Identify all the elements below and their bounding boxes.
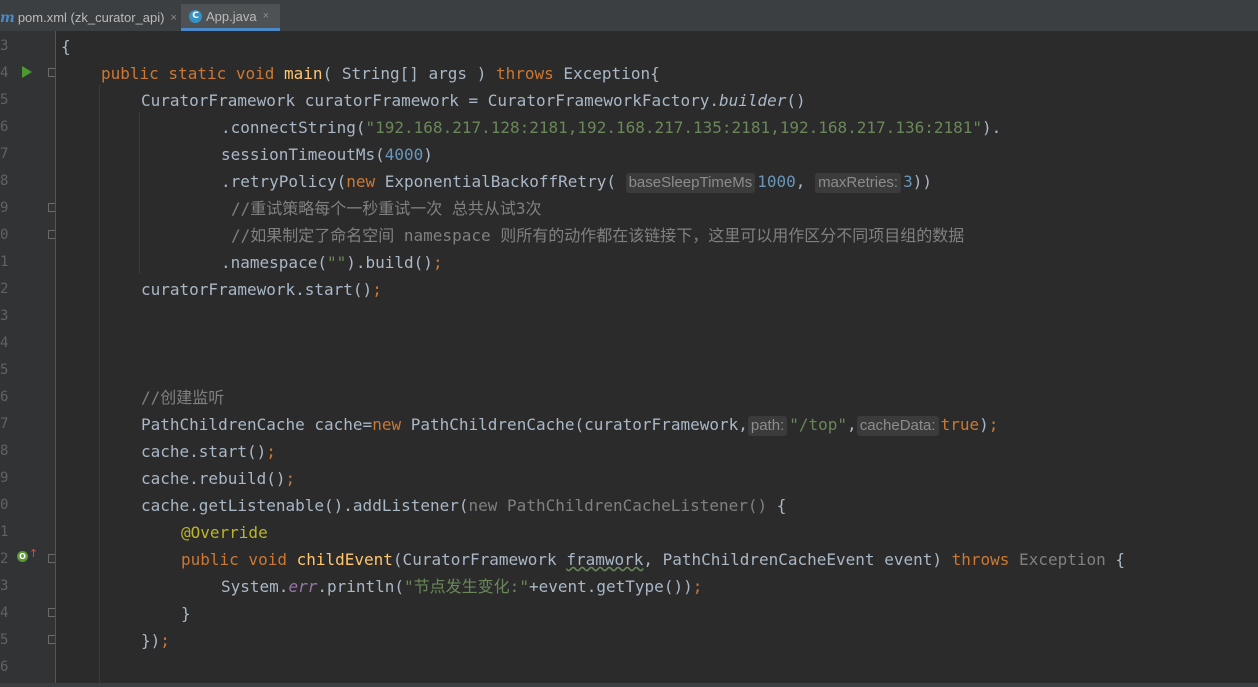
parameter-hint: maxRetries: [815,173,902,193]
line-number: 4 [0,335,9,351]
code-line: curatorFramework.start(); [141,280,382,299]
line-number: 5 [0,362,9,378]
line-number: 3 [0,308,9,324]
run-main-icon[interactable] [22,66,32,78]
indent-guide [99,85,100,687]
override-method-icon[interactable]: O [17,551,28,562]
line-number: 4 [0,605,9,621]
line-number: 5 [0,632,9,648]
code-editor[interactable]: { public static void main( String[] args… [56,31,1258,687]
line-number: 8 [0,173,9,189]
line-number: 1 [0,254,9,270]
parameter-hint: path: [747,416,788,436]
code-line: System.err.println("节点发生变化:"+event.getTy… [221,577,703,596]
code-line: .namespace("").build(); [221,253,443,272]
line-number: 8 [0,443,9,459]
tab-label: pom.xml (zk_curator_api) [17,10,165,25]
implements-arrow-icon[interactable]: ↑ [29,547,38,560]
tab-app-java[interactable]: C App.java × [181,4,280,31]
editor-tab-bar: m pom.xml (zk_curator_api) × C App.java … [0,0,1258,32]
indent-guide [139,112,140,274]
code-line: } [181,604,191,623]
java-class-icon: C [189,9,202,23]
maven-m-icon: m [0,9,15,26]
annotation-line: @Override [181,523,268,542]
code-line: cache.getListenable().addListener(new Pa… [141,496,787,515]
code-line: sessionTimeoutMs(4000) [221,145,433,164]
line-number: 1 [0,524,9,540]
code-line: .retryPolicy(new ExponentialBackoffRetry… [221,172,932,193]
line-number: 9 [0,470,9,486]
close-tab-icon[interactable]: × [263,10,269,22]
line-number: 5 [0,92,9,108]
unused-parameter-warning: framwork [566,550,644,569]
line-number: 3 [0,578,9,594]
line-number: 9 [0,200,9,216]
line-number-gutter: 3 4 5 6 7 8 9 0 1 2 3 4 5 6 7 8 9 0 1 2 … [0,31,57,687]
line-number: 0 [0,227,9,243]
line-number: 7 [0,416,9,432]
line-number: 6 [0,659,9,675]
line-number: 7 [0,146,9,162]
code-line: .connectString("192.168.217.128:2181,192… [221,118,1002,137]
tab-pom-xml[interactable]: m pom.xml (zk_curator_api) × [0,4,177,31]
line-number: 3 [0,38,9,54]
line-number: 4 [0,65,9,81]
code-line: CuratorFramework curatorFramework = Cura… [141,91,806,110]
comment-line: //创建监听 [141,388,225,407]
line-number: 2 [0,281,9,297]
code-line: { [61,37,71,56]
parameter-hint: cacheData: [856,416,939,436]
line-number: 0 [0,497,9,513]
comment-line: //如果制定了命名空间 namespace 则所有的动作都在该链接下，这里可以用… [231,226,965,245]
code-line: public static void main( String[] args )… [101,64,660,83]
code-line: cache.start(); [141,442,276,461]
code-line: cache.rebuild(); [141,469,296,488]
comment-line: //重试策略每个一秒重试一次 总共从试3次 [231,199,542,218]
code-line: PathChildrenCache cache=new PathChildren… [141,415,999,436]
editor-bottom-border [0,683,1258,687]
close-tab-icon[interactable]: × [170,12,176,24]
line-number: 6 [0,119,9,135]
parameter-hint: baseSleepTimeMs [625,173,756,193]
line-number: 2 [0,551,9,567]
line-number: 6 [0,389,9,405]
tab-label: App.java [206,8,257,24]
code-line: public void childEvent(CuratorFramework … [181,550,1126,569]
code-line: }); [141,631,170,650]
